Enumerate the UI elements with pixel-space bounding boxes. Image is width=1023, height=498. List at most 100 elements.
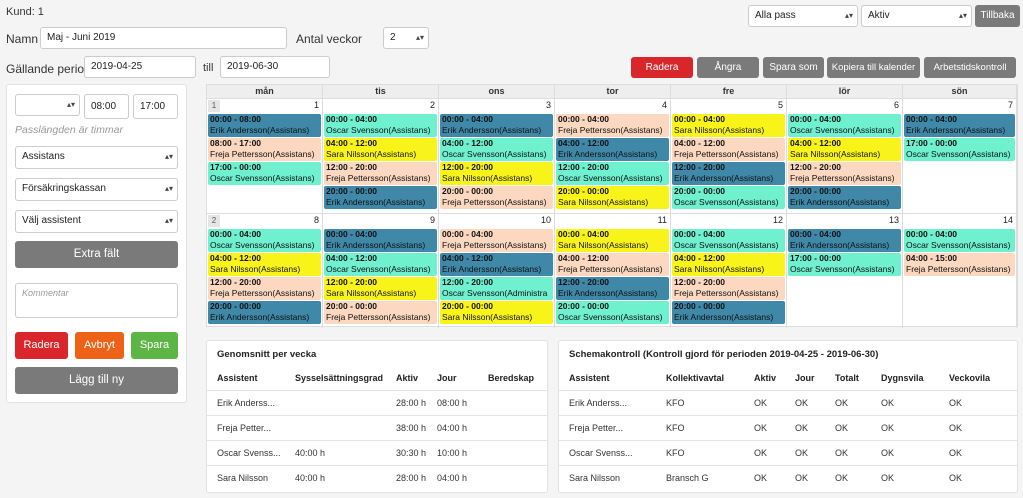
shift-block[interactable]: 00:00 - 04:00 Sara Nilsson(Assistans) — [556, 229, 669, 252]
shift-block[interactable]: 20:00 - 00:00 Oscar Svensson(Assistans) — [556, 301, 669, 324]
form-save-button[interactable]: Spara — [131, 332, 178, 359]
shift-block[interactable]: 20:00 - 00:00 Erik Andersson(Assistans) — [788, 186, 901, 209]
calendar-day-cell[interactable]: 11 00:00 - 04:00 Sara Nilsson(Assistans) 04… — [555, 213, 671, 328]
status-filter-select[interactable]: Aktiv ▴▾ — [861, 5, 972, 27]
calendar-day-cell[interactable]: 10 00:00 - 04:00 Freja Pettersson(Assistan… — [439, 213, 555, 328]
calendar-day-cell[interactable]: 14 00:00 - 04:00 Oscar Svensson(Assistans)… — [903, 213, 1017, 328]
shift-block[interactable]: 04:00 - 12:00 Sara Nilsson(Assistans) — [324, 138, 437, 161]
table-cell: Freja Petter... — [559, 414, 656, 440]
insurer-select[interactable]: Försäkringskassan ▴▾ — [15, 178, 178, 201]
shift-block[interactable]: 12:00 - 20:00 Erik Andersson(Assistans) — [556, 277, 669, 300]
column-header: Aktiv — [754, 372, 777, 383]
calendar-day-cell[interactable]: 2 8 00:00 - 04:00 Oscar Svensson(Assistans)… — [207, 213, 323, 328]
period-to-input[interactable]: 2019-06-30 — [220, 56, 330, 78]
shift-block[interactable]: 04:00 - 12:00 Sara Nilsson(Assistans) — [788, 138, 901, 161]
shift-block[interactable]: 04:00 - 12:00 Sara Nilsson(Assistans) — [208, 253, 321, 276]
shift-block[interactable]: 08:00 - 17:00 Freja Pettersson(Assistans) — [208, 138, 321, 161]
weekly-average-title: Genomsnitt per vecka — [217, 349, 317, 360]
back-button[interactable]: Tillbaka — [975, 5, 1020, 27]
updown-icon: ▴▾ — [958, 11, 967, 20]
shift-block[interactable]: 00:00 - 04:00 Oscar Svensson(Assistans) — [324, 114, 437, 137]
shift-block[interactable]: 20:00 - 00:00 Freja Pettersson(Assistans) — [440, 186, 553, 209]
shift-assistant: Freja Pettersson(Assistans) — [326, 312, 431, 322]
calendar-day-cell[interactable]: 5 00:00 - 04:00 Sara Nilsson(Assistans) 04:… — [671, 98, 787, 213]
extra-fields-button[interactable]: Extra fält — [15, 241, 178, 268]
shift-block[interactable]: 20:00 - 00:00 Freja Pettersson(Assistans) — [324, 301, 437, 324]
calendar-day-cell[interactable]: 6 00:00 - 04:00 Oscar Svensson(Assistans) 0… — [787, 98, 903, 213]
calendar-day-cell[interactable]: 4 00:00 - 04:00 Freja Pettersson(Assistans… — [555, 98, 671, 213]
period-from-input[interactable]: 2019-04-25 — [84, 56, 196, 78]
copy-to-calendar-button[interactable]: Kopiera till kalender — [827, 57, 920, 78]
shift-block[interactable]: 00:00 - 04:00 Erik Andersson(Assistans) — [324, 229, 437, 252]
shift-block[interactable]: 17:00 - 00:00 Oscar Svensson(Assistans) — [904, 138, 1015, 161]
weeks-select[interactable]: 2 ▴▾ — [383, 27, 429, 49]
shift-block[interactable]: 17:00 - 00:00 Oscar Svensson(Assistans) — [788, 253, 901, 276]
day-select[interactable]: ▴▾ — [15, 94, 80, 116]
shift-block[interactable]: 12:00 - 20:00 Freja Pettersson(Assistans) — [788, 162, 901, 185]
assistant-select[interactable]: Välj assistent ▴▾ — [15, 210, 178, 233]
add-new-button[interactable]: Lägg till ny — [15, 367, 178, 394]
form-cancel-button[interactable]: Avbryt — [75, 332, 124, 359]
start-time-input[interactable]: 08:00 — [84, 94, 129, 119]
shift-block[interactable]: 04:00 - 12:00 Erik Andersson(Assistans) — [440, 253, 553, 276]
shift-block[interactable]: 12:00 - 20:00 Freja Pettersson(Assistans) — [672, 277, 785, 300]
delete-button[interactable]: Radera — [631, 57, 693, 78]
shift-time: 20:00 - 00:00 — [558, 186, 610, 196]
shift-block[interactable]: 20:00 - 00:00 Erik Andersson(Assistans) — [208, 301, 321, 324]
shift-time: 20:00 - 00:00 — [442, 301, 494, 311]
shift-time: 04:00 - 15:00 — [906, 253, 958, 263]
form-delete-button[interactable]: Radera — [15, 332, 68, 359]
shift-time: 12:00 - 20:00 — [558, 162, 610, 172]
shift-block[interactable]: 00:00 - 04:00 Sara Nilsson(Assistans) — [672, 114, 785, 137]
calendar-day-cell[interactable]: 3 00:00 - 04:00 Erik Andersson(Assistans) 0… — [439, 98, 555, 213]
shift-block[interactable]: 00:00 - 04:00 Erik Andersson(Assistans) — [904, 114, 1015, 137]
shift-block[interactable]: 00:00 - 04:00 Freja Pettersson(Assistans) — [440, 229, 553, 252]
shift-block[interactable]: 00:00 - 04:00 Oscar Svensson(Assistans) — [788, 114, 901, 137]
work-control-button[interactable]: Arbetstidskontroll — [924, 57, 1016, 78]
calendar-day-cell[interactable]: 12 00:00 - 04:00 Oscar Svensson(Assistans)… — [671, 213, 787, 328]
shift-time: 00:00 - 04:00 — [558, 229, 610, 239]
name-input[interactable]: Maj - Juni 2019 — [40, 27, 287, 49]
shift-block[interactable]: 12:00 - 20:00 Erik Andersson(Assistans) — [672, 162, 785, 185]
comment-textarea[interactable]: Kommentar — [15, 283, 178, 318]
shift-block[interactable]: 00:00 - 04:00 Oscar Svensson(Assistans) — [672, 229, 785, 252]
shift-block[interactable]: 00:00 - 04:00 Freja Pettersson(Assistans) — [556, 114, 669, 137]
role-select[interactable]: Assistans ▴▾ — [15, 146, 178, 169]
shift-block[interactable]: 20:00 - 00:00 Oscar Svensson(Assistans) — [672, 186, 785, 209]
shift-block[interactable]: 04:00 - 12:00 Freja Pettersson(Assistans) — [556, 253, 669, 276]
shift-block[interactable]: 20:00 - 00:00 Sara Nilsson(Assistans) — [556, 186, 669, 209]
calendar-day-cell[interactable]: 7 00:00 - 04:00 Erik Andersson(Assistans) 1… — [903, 98, 1017, 213]
save-as-button[interactable]: Spara som — [763, 57, 824, 78]
shift-block[interactable]: 00:00 - 04:00 Oscar Svensson(Assistans) — [208, 229, 321, 252]
shift-block[interactable]: 20:00 - 00:00 Erik Andersson(Assistans) — [672, 301, 785, 324]
calendar-day-cell[interactable]: 9 00:00 - 04:00 Erik Andersson(Assistans) 0… — [323, 213, 439, 328]
shift-block[interactable]: 00:00 - 04:00 Erik Andersson(Assistans) — [788, 229, 901, 252]
calendar-day-cell[interactable]: 2 00:00 - 04:00 Oscar Svensson(Assistans) 0… — [323, 98, 439, 213]
shift-block[interactable]: 04:00 - 12:00 Sara Nilsson(Assistans) — [672, 253, 785, 276]
end-time-input[interactable]: 17:00 — [133, 94, 178, 119]
shift-block[interactable]: 12:00 - 20:00 Oscar Svensson(Administra — [440, 277, 553, 300]
shift-block[interactable]: 12:00 - 20:00 Oscar Svensson(Assistans) — [556, 162, 669, 185]
calendar-day-cell[interactable]: 1 1 00:00 - 08:00 Erik Andersson(Assistans)… — [207, 98, 323, 213]
shift-block[interactable]: 04:00 - 12:00 Erik Andersson(Assistans) — [556, 138, 669, 161]
shift-block[interactable]: 00:00 - 08:00 Erik Andersson(Assistans) — [208, 114, 321, 137]
shift-block[interactable]: 12:00 - 20:00 Sara Nilsson(Assistans) — [324, 277, 437, 300]
shift-block[interactable]: 12:00 - 20:00 Sara Nilsson(Assistans) — [440, 162, 553, 185]
shift-time: 04:00 - 12:00 — [210, 253, 262, 263]
table-cell: 10:00 h — [427, 439, 478, 465]
shift-block[interactable]: 04:00 - 15:00 Freja Pettersson(Assistans) — [904, 253, 1015, 276]
table-cell: 40:00 h — [285, 464, 386, 490]
undo-button[interactable]: Ångra — [697, 57, 759, 78]
shift-block[interactable]: 20:00 - 00:00 Erik Andersson(Assistans) — [324, 186, 437, 209]
shift-block[interactable]: 04:00 - 12:00 Oscar Svensson(Assistans) — [440, 138, 553, 161]
shift-block[interactable]: 04:00 - 12:00 Oscar Svensson(Assistans) — [324, 253, 437, 276]
shift-block[interactable]: 00:00 - 04:00 Oscar Svensson(Assistans) — [904, 229, 1015, 252]
shift-filter-select[interactable]: Alla pass ▴▾ — [748, 5, 858, 27]
calendar-day-cell[interactable]: 13 00:00 - 04:00 Erik Andersson(Assistans)… — [787, 213, 903, 328]
shift-block[interactable]: 12:00 - 20:00 Freja Pettersson(Assistans) — [208, 277, 321, 300]
shift-block[interactable]: 20:00 - 00:00 Sara Nilsson(Assistans) — [440, 301, 553, 324]
shift-block[interactable]: 04:00 - 12:00 Freja Pettersson(Assistans) — [672, 138, 785, 161]
shift-block[interactable]: 17:00 - 00:00 Oscar Svensson(Assistans) — [208, 162, 321, 185]
shift-block[interactable]: 00:00 - 04:00 Erik Andersson(Assistans) — [440, 114, 553, 137]
shift-block[interactable]: 12:00 - 20:00 Freja Pettersson(Assistans) — [324, 162, 437, 185]
